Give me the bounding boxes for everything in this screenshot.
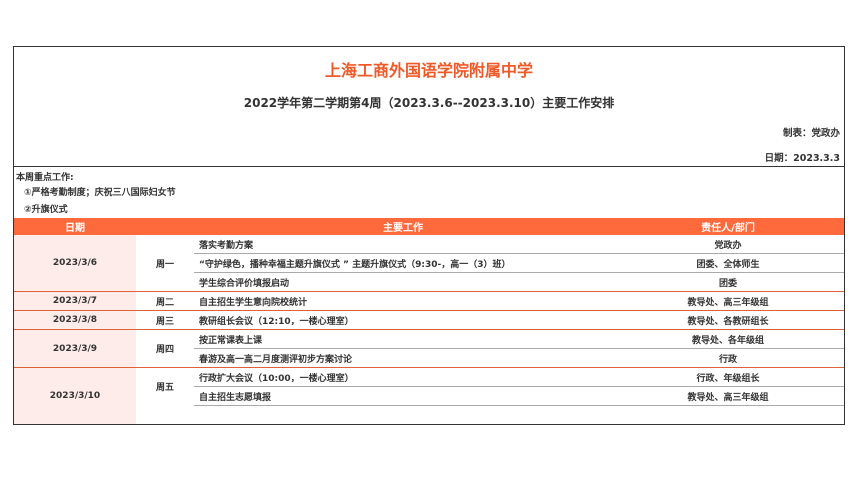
weekday-cell: 周二	[136, 291, 194, 311]
schedule-body: 2023/3/6 周一 落实考勤方案 党政办 “守护绿色，播种幸福主题升旗仪式 …	[14, 235, 844, 424]
responsible-cell: 行政	[612, 348, 844, 368]
table-row: 2023/3/9 周四 按正常课表上课 教导处、各年级组	[14, 329, 844, 368]
table-row: 2023/3/10 周五 行政扩大会议（10:00，一楼心理室） 行政、年级组长	[14, 367, 844, 424]
table-row-filler	[14, 405, 844, 424]
header-spacer	[136, 218, 194, 235]
filler-cell	[194, 405, 612, 424]
work-cell: 学生综合评价填报启动	[194, 272, 612, 292]
filler-cell	[612, 405, 844, 424]
work-cell: 教研组长会议（12:10，一楼心理室）	[194, 310, 612, 330]
work-cell: 按正常课表上课	[194, 329, 612, 349]
work-cell: 自主招生志愿填报	[194, 386, 612, 406]
work-cell: “守护绿色，播种幸福主题升旗仪式 ” 主题升旗仪式（9:30-，高一（3）班）	[194, 253, 612, 273]
focus-item: ②升旗仪式	[24, 205, 68, 215]
weekday-cell: 周四	[136, 329, 194, 368]
schedule-subtitle: 2022学年第二学期第4周（2023.3.6--2023.3.10）主要工作安排	[243, 96, 615, 110]
weekday-cell: 周五	[155, 383, 174, 394]
table-row: 2023/3/7 周二 自主招生学生意向院校统计 教导处、高三年级组	[14, 291, 844, 311]
date-label: 日期：2023.3.3	[764, 153, 840, 164]
maker-label: 制表：党政办	[782, 128, 840, 139]
responsible-cell: 团委、全体师生	[612, 253, 844, 273]
schedule-table: 日期 主要工作 责任人/部门 2023/3/6 周一 落实考勤方案 党政办 “守…	[14, 218, 844, 424]
work-cell: 自主招生学生意向院校统计	[194, 291, 612, 311]
date-cell: 2023/3/7	[14, 291, 136, 311]
header-work: 主要工作	[194, 218, 612, 235]
weekday-cell: 周一	[136, 235, 194, 292]
filler-cell	[136, 405, 194, 424]
work-cell: 行政扩大会议（10:00，一楼心理室）	[194, 367, 612, 387]
divider	[14, 166, 844, 167]
date-cell: 2023/3/9	[14, 329, 136, 368]
school-title: 上海工商外国语学院附属中学	[324, 61, 533, 80]
weekday-cell: 周三	[136, 310, 194, 330]
schedule-sheet: 上海工商外国语学院附属中学 2022学年第二学期第4周（2023.3.6--20…	[13, 46, 845, 425]
table-row: 2023/3/6 周一 落实考勤方案 党政办	[14, 235, 844, 292]
responsible-cell: 教导处、各教研组长	[612, 310, 844, 330]
header-responsible: 责任人/部门	[612, 218, 844, 235]
responsible-cell: 党政办	[612, 235, 844, 254]
focus-heading: 本周重点工作:	[16, 173, 74, 183]
focus-item: ①严格考勤制度；庆祝三八国际妇女节	[24, 188, 176, 198]
responsible-cell: 教导处、各年级组	[612, 329, 844, 349]
date-cell: 2023/3/6	[14, 235, 136, 292]
responsible-cell: 团委	[612, 272, 844, 292]
date-cell: 2023/3/10	[14, 367, 136, 424]
responsible-cell: 行政、年级组长	[612, 367, 844, 387]
header-date: 日期	[14, 218, 136, 235]
work-cell: 落实考勤方案	[194, 235, 612, 254]
date-cell: 2023/3/8	[14, 310, 136, 330]
table-row: 2023/3/8 周三 教研组长会议（12:10，一楼心理室） 教导处、各教研组…	[14, 310, 844, 330]
work-cell: 春游及高一高二月度测评初步方案讨论	[194, 348, 612, 368]
responsible-cell: 教导处、高三年级组	[612, 386, 844, 406]
responsible-cell: 教导处、高三年级组	[612, 291, 844, 311]
table-header-row: 日期 主要工作 责任人/部门	[14, 218, 844, 235]
